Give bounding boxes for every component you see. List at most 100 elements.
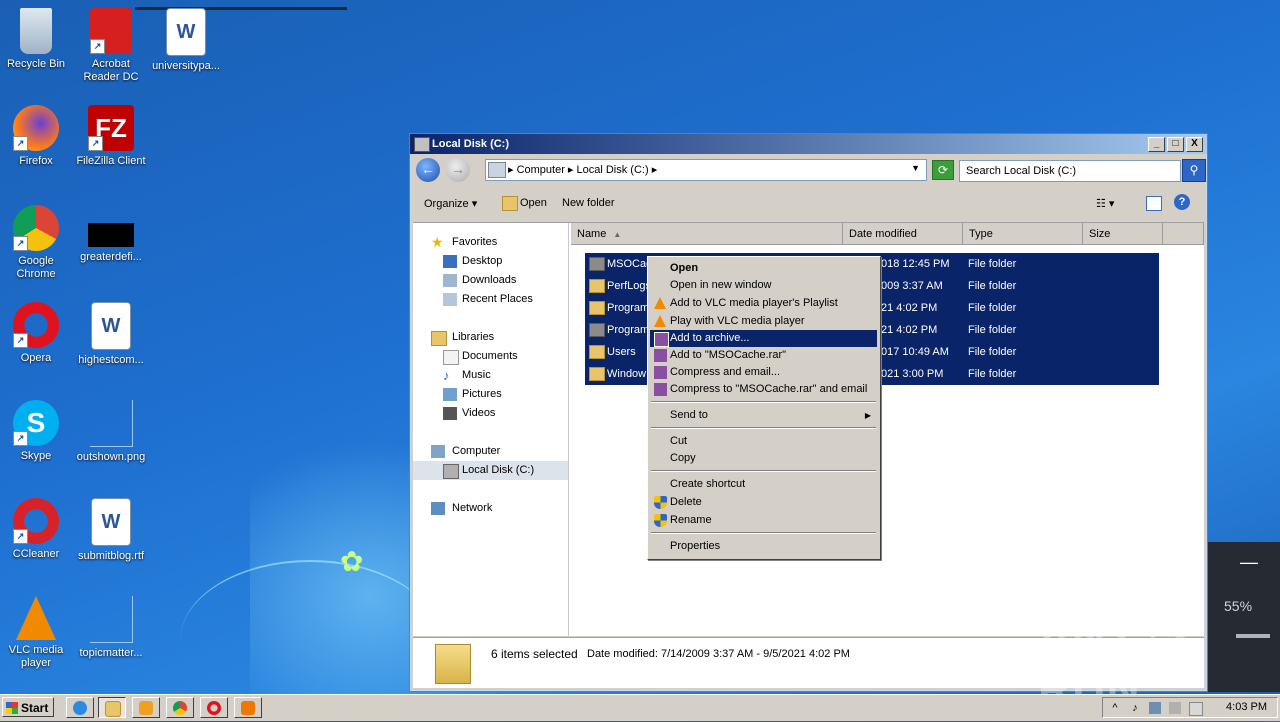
desktop-icon-opera[interactable]: ↗ Opera xyxy=(1,302,71,365)
menu-item-compress-rar-email[interactable]: Compress to "MSOCache.rar" and email xyxy=(650,381,877,398)
preview-pane-icon[interactable] xyxy=(1146,196,1162,211)
menu-item-cut[interactable]: Cut xyxy=(650,433,877,450)
window-title: Local Disk (C:) xyxy=(432,138,510,150)
menu-item-send-to[interactable]: Send to ▶ xyxy=(650,407,877,424)
desktop-icon-filezilla[interactable]: FZ ↗ FileZilla Client xyxy=(76,105,146,168)
shortcut-arrow-icon: ↗ xyxy=(13,136,28,151)
new-folder-button[interactable]: New folder xyxy=(562,197,615,209)
taskbar-ie[interactable] xyxy=(66,697,94,718)
flag-tray-icon[interactable] xyxy=(1189,702,1203,716)
column-header-size[interactable]: Size xyxy=(1083,223,1163,245)
nav-videos[interactable]: Videos xyxy=(413,404,568,423)
minimize-button[interactable]: _ xyxy=(1148,137,1165,152)
context-menu: Open Open in new window Add to VLC media… xyxy=(647,256,881,560)
close-button[interactable]: X xyxy=(1186,137,1203,152)
speaker-icon[interactable]: ♪ xyxy=(1129,702,1141,714)
zoom-out-button[interactable]: — xyxy=(1240,552,1258,573)
desktop-icon-chrome[interactable]: ↗ Google Chrome xyxy=(1,205,71,281)
taskbar-opera[interactable] xyxy=(200,697,228,718)
menu-item-rename[interactable]: Rename xyxy=(650,512,877,529)
device-tray-icon[interactable] xyxy=(1169,702,1181,714)
shortcut-arrow-icon: ↗ xyxy=(13,529,28,544)
computer-icon xyxy=(488,162,506,178)
vlc-cone-icon xyxy=(16,596,56,640)
menu-item-create-shortcut[interactable]: Create shortcut xyxy=(650,476,877,493)
menu-label: Properties xyxy=(670,540,721,552)
nav-desktop[interactable]: Desktop xyxy=(413,252,568,271)
start-button[interactable]: Start xyxy=(2,697,54,717)
desktop-icon-skype[interactable]: S ↗ Skype xyxy=(1,400,71,463)
open-button[interactable]: Open xyxy=(520,197,547,209)
desktop-icon-topicmatter[interactable]: topicmatter... xyxy=(76,596,146,660)
refresh-button[interactable]: ⟳ xyxy=(932,160,954,180)
menu-item-compress-email[interactable]: Compress and email... xyxy=(650,364,877,381)
nav-music[interactable]: ♪ Music xyxy=(413,366,568,385)
help-icon[interactable]: ? xyxy=(1174,194,1190,210)
wallpaper-leaf: ✿ xyxy=(340,546,364,577)
desktop-icon-greaterdefi[interactable]: greaterdefi... xyxy=(76,205,146,264)
taskbar-media-player[interactable] xyxy=(132,697,160,718)
clock[interactable]: 4:03 PM xyxy=(1226,701,1267,713)
network-tray-icon[interactable] xyxy=(1149,702,1161,714)
column-header-type[interactable]: Type xyxy=(963,223,1083,245)
menu-item-add-to-rar[interactable]: Add to "MSOCache.rar" xyxy=(650,347,877,364)
uac-shield-icon xyxy=(654,496,667,509)
system-tray: ^ ♪ 4:03 PM xyxy=(1102,697,1278,718)
menu-label: Play with VLC media player xyxy=(670,315,805,327)
documents-icon xyxy=(443,350,459,365)
column-header-name[interactable]: Name ▲ xyxy=(571,223,843,245)
menu-item-vlc-play[interactable]: Play with VLC media player xyxy=(650,313,877,330)
nav-libraries[interactable]: Libraries xyxy=(413,328,568,347)
nav-downloads[interactable]: Downloads xyxy=(413,271,568,290)
nav-favorites[interactable]: ★ Favorites xyxy=(413,233,568,252)
file-type: File folder xyxy=(968,280,1017,292)
desktop-icon-vlc[interactable]: VLC media player xyxy=(1,596,71,670)
search-input[interactable]: Search Local Disk (C:) xyxy=(959,160,1181,182)
nav-computer[interactable]: Computer xyxy=(413,442,568,461)
desktop-icon-recycle-bin[interactable]: Recycle Bin xyxy=(1,8,71,71)
menu-item-properties[interactable]: Properties xyxy=(650,538,877,555)
desktop-icon-outshown[interactable]: outshown.png xyxy=(76,400,146,464)
menu-item-copy[interactable]: Copy xyxy=(650,450,877,467)
taskbar-avast[interactable] xyxy=(234,697,262,718)
menu-label: Add to archive... xyxy=(670,332,750,344)
show-hidden-icons[interactable]: ^ xyxy=(1109,702,1121,714)
window-titlebar[interactable]: Local Disk (C:) _ □ X xyxy=(410,134,1207,154)
forward-button[interactable]: → xyxy=(446,158,470,182)
menu-item-open-new-window[interactable]: Open in new window xyxy=(650,277,877,294)
desktop-icon-label: Google Chrome xyxy=(16,255,56,280)
drive-icon xyxy=(443,464,459,479)
ie-icon xyxy=(73,701,87,715)
breadcrumb[interactable]: ▸ Computer ▸ Local Disk (C:) ▸ xyxy=(508,163,657,176)
desktop-icon-firefox[interactable]: ↗ Firefox xyxy=(1,105,71,168)
taskbar-explorer[interactable] xyxy=(98,697,126,718)
nav-recent-places[interactable]: Recent Places xyxy=(413,290,568,309)
menu-item-add-to-archive[interactable]: Add to archive... xyxy=(650,330,877,347)
ccleaner-icon: ↗ xyxy=(13,498,59,544)
file-type: File folder xyxy=(968,368,1017,380)
column-header-date[interactable]: Date modified xyxy=(843,223,963,245)
desktop-icon-label: outshown.png xyxy=(76,451,146,463)
nav-pictures[interactable]: Pictures xyxy=(413,385,568,404)
desktop-icon-submitblog[interactable]: W submitblog.rtf xyxy=(76,498,146,563)
menu-item-vlc-playlist[interactable]: Add to VLC media player's Playlist xyxy=(650,295,877,312)
desktop-icon-acrobat[interactable]: ↗ Acrobat Reader DC xyxy=(76,8,146,84)
desktop-icon-universitypa[interactable]: W universitypa... xyxy=(151,8,221,73)
views-icon[interactable]: ☷ ▾ xyxy=(1096,197,1114,210)
search-icon[interactable]: ⚲ xyxy=(1182,159,1206,182)
menu-item-delete[interactable]: Delete xyxy=(650,494,877,511)
address-bar[interactable]: ▸ Computer ▸ Local Disk (C:) ▸ ▼ xyxy=(485,159,927,181)
menu-item-open[interactable]: Open xyxy=(650,260,877,277)
desktop-icon-ccleaner[interactable]: ↗ CCleaner xyxy=(1,498,71,561)
file-name: PerfLogs xyxy=(607,280,652,292)
nav-documents[interactable]: Documents xyxy=(413,347,568,366)
maximize-button[interactable]: □ xyxy=(1167,137,1184,152)
nav-network[interactable]: Network xyxy=(413,499,568,518)
desktop-icon-highestcom[interactable]: W highestcom... xyxy=(76,302,146,367)
taskbar-chrome[interactable] xyxy=(166,697,194,718)
back-button[interactable]: ← xyxy=(416,158,440,182)
chevron-down-icon[interactable]: ▼ xyxy=(911,163,920,173)
nav-label: Videos xyxy=(462,407,496,419)
nav-local-disk[interactable]: Local Disk (C:) xyxy=(413,461,568,480)
organize-button[interactable]: Organize ▾ xyxy=(424,197,477,210)
